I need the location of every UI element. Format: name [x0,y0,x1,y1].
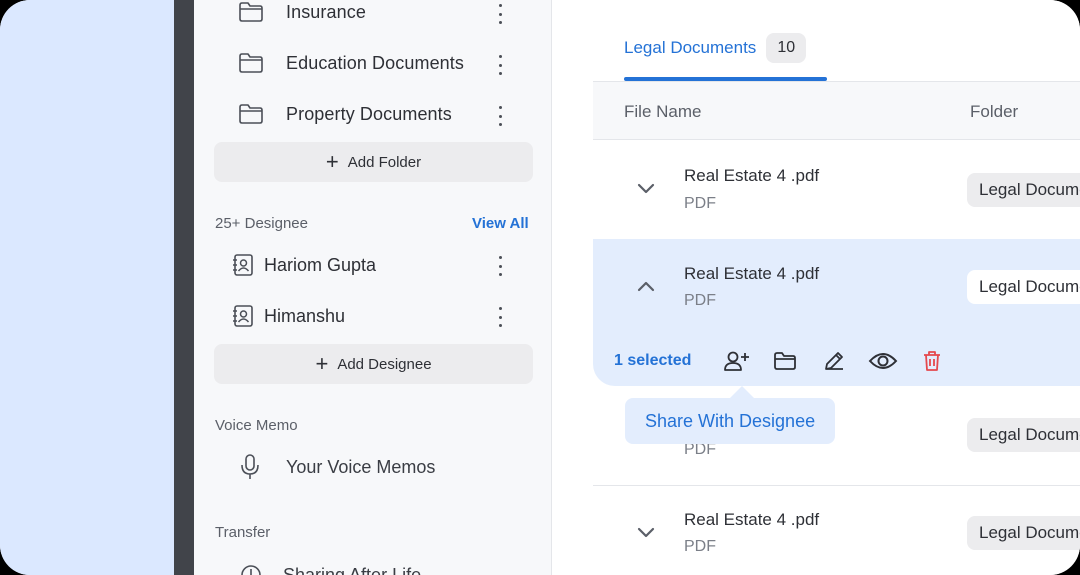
share-with-designee-tooltip: Share With Designee [625,398,836,444]
rename-button[interactable] [819,346,849,376]
plus-icon: + [325,149,339,174]
app-frame: Insurance Education Documents Property D… [0,0,1080,575]
sharing-after-life-label: Sharing After Life [283,564,422,575]
designee-item[interactable]: Himanshu [232,298,532,334]
table-row[interactable]: Real Estate 4 .pdf PDF Legal Documents [593,141,1080,239]
documents-panel: Legal Documents 10 File Name Folder Real… [553,0,1080,575]
folder-badge: Legal Documents [967,270,1080,304]
add-designee-button[interactable]: + Add Designee [214,344,533,384]
trash-icon [924,351,941,371]
designee-name: Hariom Gupta [264,254,377,275]
more-options-icon[interactable] [494,256,506,276]
folder-icon [239,104,263,124]
count-badge: 10 [766,33,807,63]
file-name: Real Estate 4 .pdf [684,264,820,283]
plus-icon: + [315,351,329,376]
more-options-icon[interactable] [494,307,506,327]
preview-button[interactable] [868,346,898,376]
nav-rail [174,0,194,575]
file-type: PDF [684,292,716,309]
sidebar-folder-label: Education Documents [286,52,464,73]
file-name: Real Estate 4 .pdf [684,510,820,529]
voice-memos-label: Your Voice Memos [286,456,436,477]
left-background [0,0,174,575]
move-to-folder-button[interactable] [770,346,800,376]
add-folder-label: Add Folder [347,153,422,171]
selection-count: 1 selected [614,352,692,369]
folder-icon [239,2,263,22]
more-options-icon[interactable] [494,4,506,24]
table-header: File Name Folder [593,82,1080,140]
microphone-icon [241,454,259,479]
chevron-down-icon[interactable] [637,183,655,195]
chevron-up-icon[interactable] [637,280,655,292]
tooltip-arrow [730,386,754,398]
folder-icon [239,53,263,73]
column-header-file-name[interactable]: File Name [624,102,701,122]
sidebar-folder-education[interactable]: Education Documents [238,43,538,83]
delete-button[interactable] [917,346,947,376]
add-folder-button[interactable]: + Add Folder [214,142,533,182]
voice-memo-heading: Voice Memo [215,417,298,434]
file-name: Real Estate 4 .pdf [684,166,820,185]
sidebar-folder-label: Property Documents [286,103,452,124]
tab-legal-documents[interactable]: Legal Documents 10 [624,33,807,63]
add-designee-label: Add Designee [337,355,432,373]
file-type: PDF [684,538,716,555]
designee-name: Himanshu [264,305,346,326]
share-with-designee-button[interactable] [721,346,751,376]
folder-badge: Legal Documents [967,173,1080,207]
add-user-icon [724,351,750,371]
designee-heading: 25+ Designee [215,215,308,232]
sidebar: Insurance Education Documents Property D… [194,0,552,575]
selected-row[interactable]: Real Estate 4 .pdf PDF Legal Documents 1… [593,239,1080,386]
voice-memos-item[interactable]: Your Voice Memos [240,449,435,485]
file-type: PDF [684,195,716,212]
designee-item[interactable]: Hariom Gupta [232,247,532,283]
sidebar-folder-property[interactable]: Property Documents [238,94,538,134]
more-options-icon[interactable] [494,55,506,75]
more-options-icon[interactable] [494,106,506,126]
sharing-after-life-item[interactable]: Sharing After Life [240,557,421,575]
column-header-folder[interactable]: Folder [970,102,1018,122]
contact-card-icon [233,254,253,276]
pencil-icon [825,352,844,370]
sidebar-folder-label: Insurance [286,1,366,22]
view-all-link[interactable]: View All [472,215,529,232]
folder-badge: Legal Documents [967,516,1080,550]
contact-card-icon [233,305,253,327]
transfer-heading: Transfer [215,524,271,541]
folder-icon [774,352,797,370]
sidebar-folder-insurance[interactable]: Insurance [238,0,538,32]
eye-icon [869,353,898,369]
chevron-down-icon[interactable] [637,527,655,539]
tab-label: Legal Documents [624,38,757,57]
selection-action-bar: 1 selected [614,348,966,374]
clock-icon [241,565,261,575]
table-row[interactable]: Real Estate 4 .pdf PDF Legal Documents [593,486,1080,575]
folder-badge: Legal Documents [967,418,1080,452]
